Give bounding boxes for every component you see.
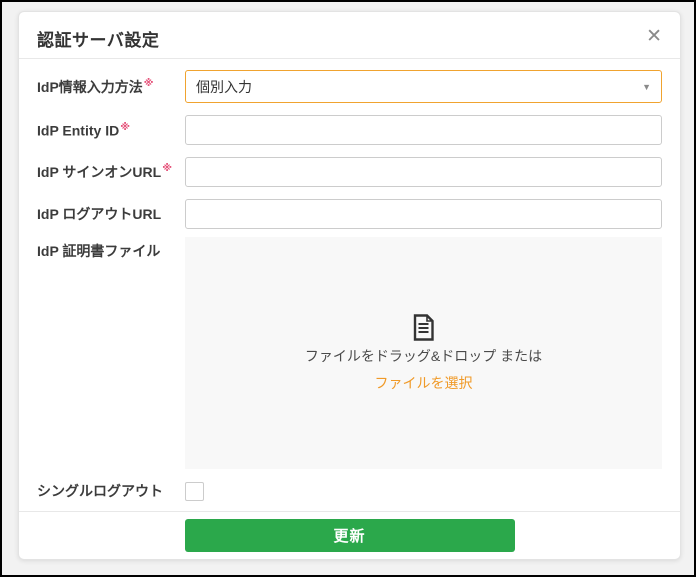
auth-server-settings-dialog: 認証サーバ設定 ✕ IdP情報入力方法※ 個別入力 ▼ IdP Entity I… [18, 11, 681, 560]
dialog-body: IdP情報入力方法※ 個別入力 ▼ IdP Entity ID※ IdP サイン… [19, 59, 680, 501]
update-button[interactable]: 更新 [184, 519, 515, 552]
dialog-footer: 更新 [19, 511, 680, 559]
chevron-down-icon: ▼ [642, 81, 651, 92]
idp-logout-url-input[interactable] [185, 199, 662, 229]
row-single-logout: シングルログアウト [37, 481, 662, 501]
idp-input-method-selected-value: 個別入力 [196, 78, 252, 95]
idp-signon-url-label: IdP サインオンURL※ [37, 163, 172, 180]
certificate-dropzone[interactable]: ファイルをドラッグ&ドロップ または ファイルを選択 [185, 237, 662, 469]
idp-entity-id-label: IdP Entity ID※ [37, 121, 130, 139]
idp-input-method-label: IdP情報入力方法※ [37, 77, 154, 95]
dropzone-hint-text: ファイルをドラッグ&ドロップ または [304, 347, 543, 364]
idp-logout-url-label: IdP ログアウトURL [37, 206, 162, 222]
file-select-link[interactable]: ファイルを選択 [375, 373, 473, 393]
row-idp-input-method: IdP情報入力方法※ 個別入力 ▼ [37, 70, 662, 103]
document-icon [413, 313, 434, 341]
idp-certificate-label: IdP 証明書ファイル [37, 243, 161, 259]
dialog-header: 認証サーバ設定 ✕ [19, 12, 680, 59]
required-mark: ※ [120, 121, 130, 133]
idp-input-method-select[interactable]: 個別入力 ▼ [185, 70, 662, 103]
row-idp-signon-url: IdP サインオンURL※ [37, 157, 662, 187]
required-mark: ※ [143, 77, 154, 89]
row-idp-certificate: IdP 証明書ファイル ファイルをドラッグ&ドロップ または ファイルを選択 [37, 237, 662, 469]
close-icon[interactable]: ✕ [646, 27, 662, 46]
row-idp-entity-id: IdP Entity ID※ [37, 115, 662, 145]
single-logout-label: シングルログアウト [37, 483, 163, 499]
row-idp-logout-url: IdP ログアウトURL [37, 199, 662, 229]
idp-entity-id-input[interactable] [185, 115, 662, 145]
dialog-title: 認証サーバ設定 [37, 31, 160, 50]
required-mark: ※ [162, 163, 172, 175]
idp-signon-url-input[interactable] [185, 157, 662, 187]
single-logout-checkbox[interactable] [185, 481, 204, 501]
